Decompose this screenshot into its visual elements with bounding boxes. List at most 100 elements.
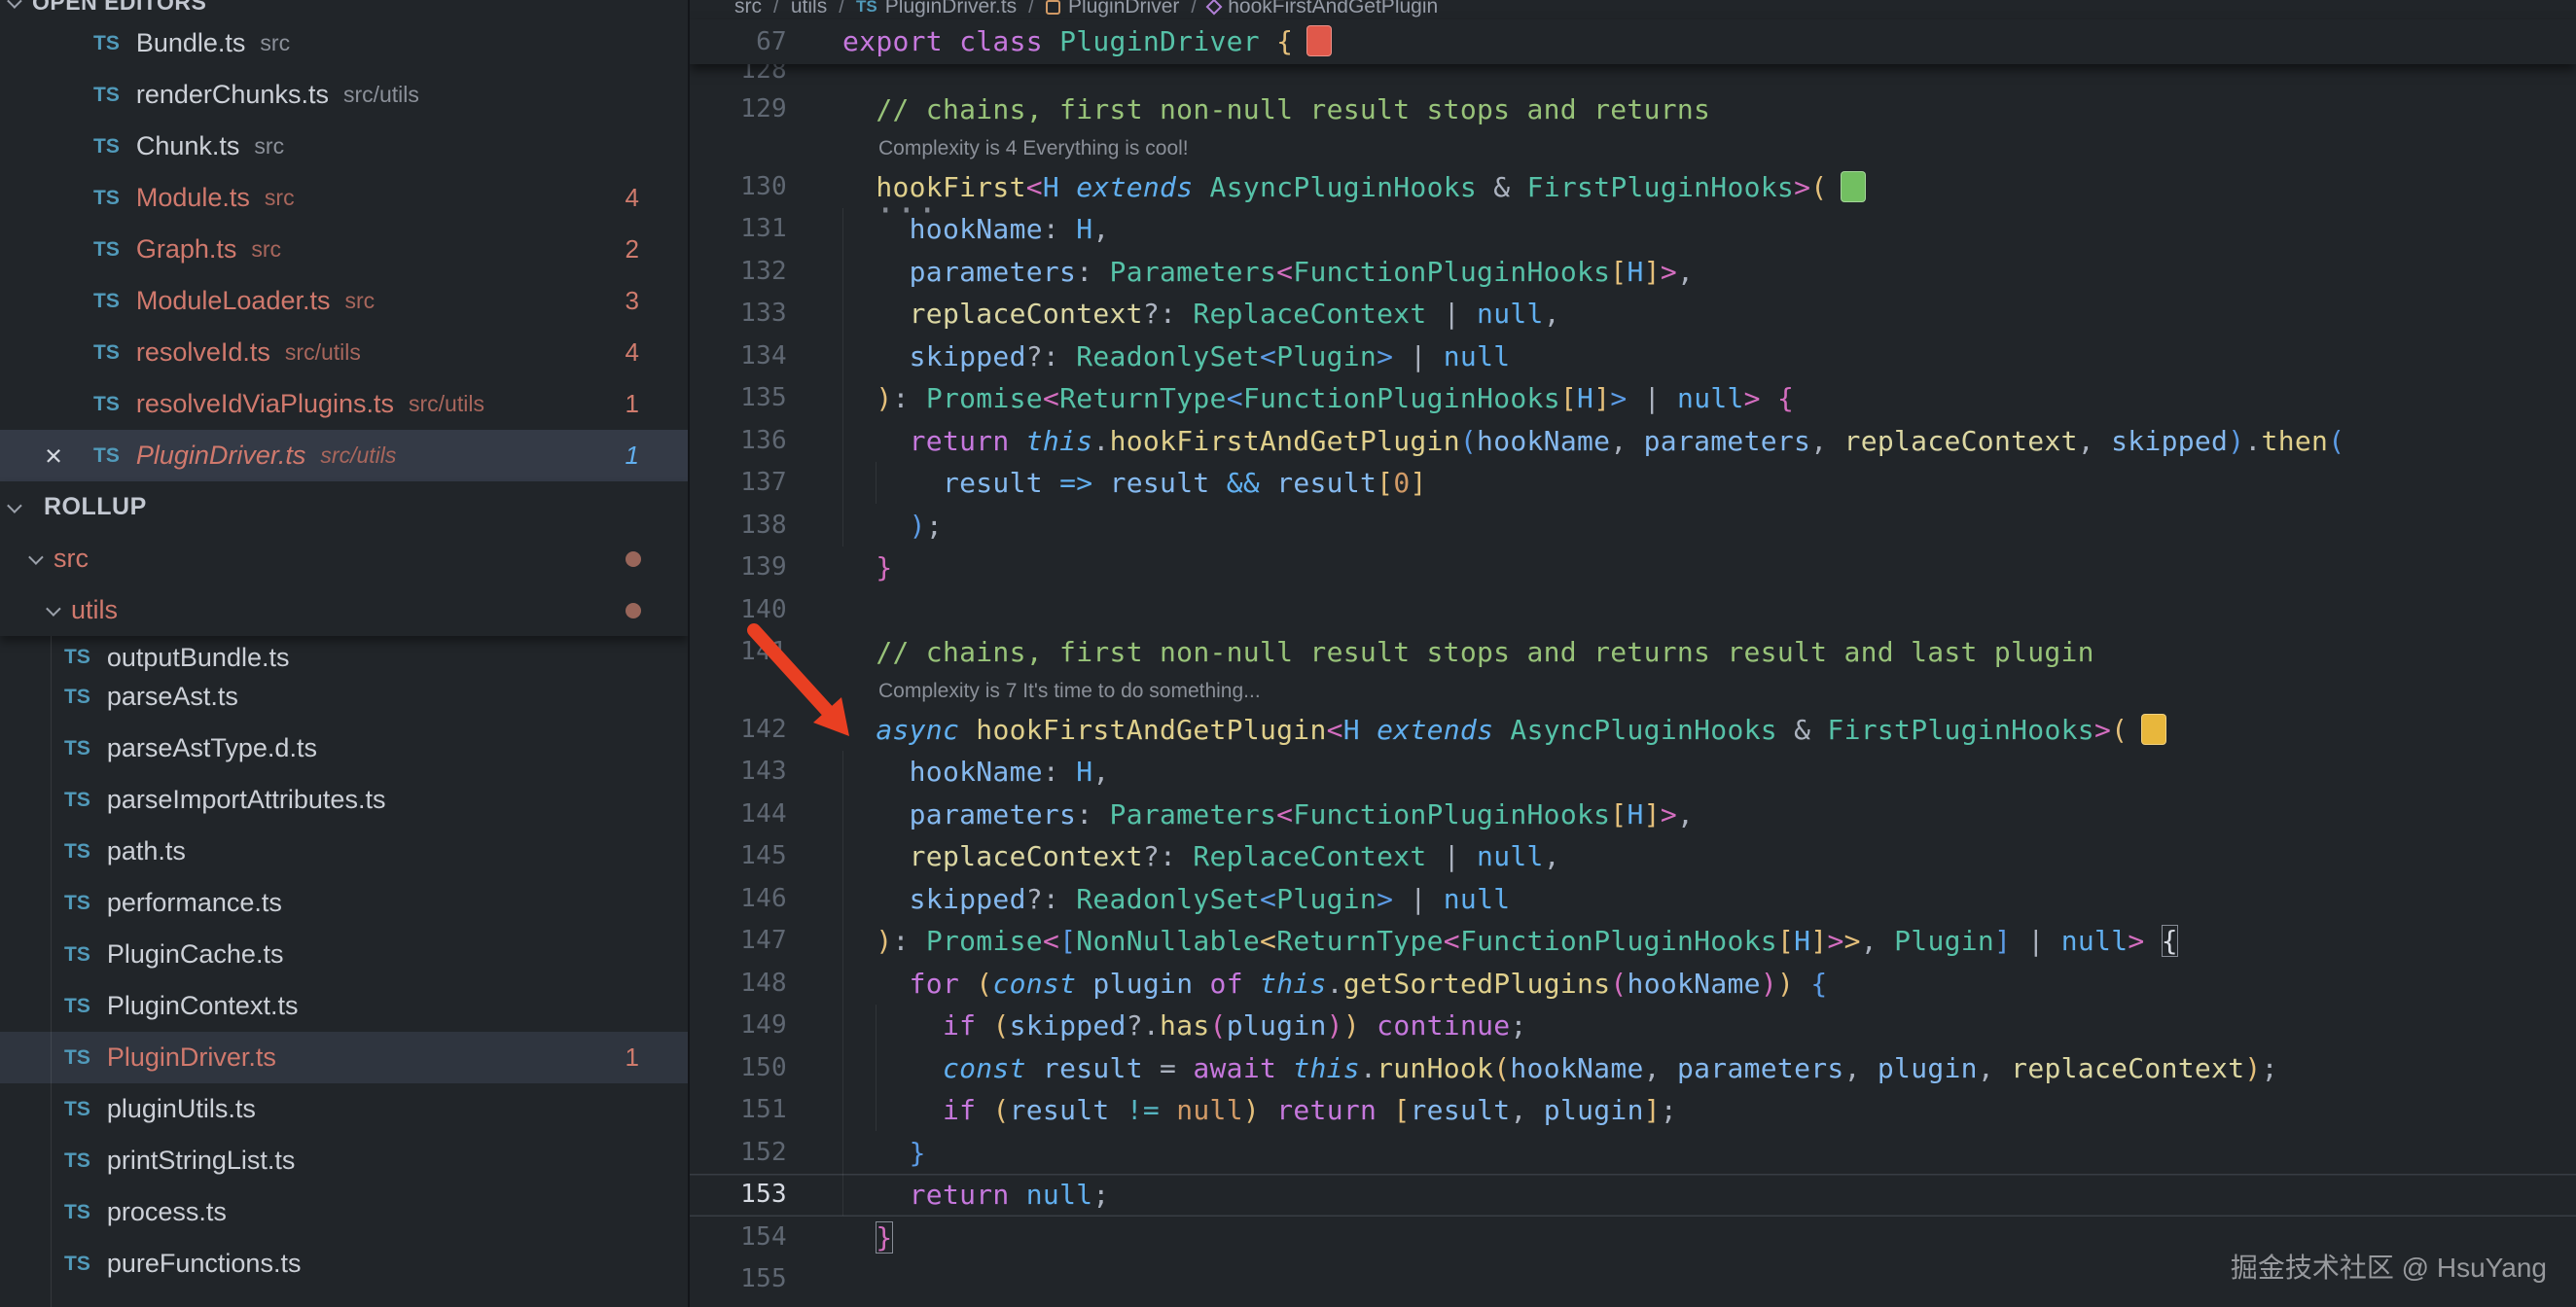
ts-icon: TS xyxy=(64,686,90,709)
code-text: async hookFirstAndGetPlugin<H extends As… xyxy=(787,709,2166,752)
code-line[interactable]: 135 ): Promise<ReturnType<FunctionPlugin… xyxy=(690,377,2576,420)
tree-item[interactable]: TSparseAstType.d.ts xyxy=(0,723,688,774)
code-line[interactable]: 134 skipped?: ReadonlySet<Plugin> | null xyxy=(690,336,2576,378)
code-line[interactable]: 140 xyxy=(690,589,2576,632)
code-line[interactable]: 141 // chains, first non-null result sto… xyxy=(690,631,2576,674)
code-line[interactable]: 151 if (result != null) return [result, … xyxy=(690,1089,2576,1132)
file-name: resolveId.ts xyxy=(136,337,270,368)
open-editor-item[interactable]: TSModule.tssrc4 xyxy=(0,172,688,224)
code-line[interactable]: 148 for (const plugin of this.getSortedP… xyxy=(690,963,2576,1006)
close-icon[interactable]: × xyxy=(33,439,93,474)
tree-item[interactable]: TSPluginCache.ts xyxy=(0,929,688,980)
code-line[interactable]: 142 async hookFirstAndGetPlugin<H extend… xyxy=(690,709,2576,752)
folder-name: src xyxy=(54,544,89,574)
code-line[interactable]: 149 if (skipped?.has(plugin)) continue; xyxy=(690,1005,2576,1047)
line-number: 150 xyxy=(690,1047,787,1090)
chevron-down-icon[interactable] xyxy=(7,498,22,513)
ts-icon: TS xyxy=(64,1046,90,1070)
open-editors-section-header[interactable]: OPEN EDITORS xyxy=(0,0,688,18)
code-line[interactable]: 150 const result = await this.runHook(ho… xyxy=(690,1047,2576,1090)
open-editor-item[interactable]: TSBundle.tssrc xyxy=(0,18,688,69)
code-line[interactable]: 152 } xyxy=(690,1132,2576,1175)
tree-item[interactable]: TSpureFunctions.ts xyxy=(0,1238,688,1289)
code-line[interactable]: 137 result => result && result[0] xyxy=(690,462,2576,505)
open-editor-item[interactable]: TSrenderChunks.tssrc/utils xyxy=(0,69,688,121)
codelens-annotation[interactable]: Complexity is 7 It's time to do somethin… xyxy=(690,674,2576,709)
file-name: PluginDriver.ts xyxy=(107,1042,276,1073)
breadcrumb-item[interactable]: PluginDriver xyxy=(1046,0,1179,18)
code-line[interactable]: 145 replaceContext?: ReplaceContext | nu… xyxy=(690,835,2576,878)
sticky-scroll-line[interactable]: 67 export class PluginDriver { xyxy=(690,19,2576,64)
tree-item[interactable]: TSperformance.ts xyxy=(0,877,688,929)
line-number: 147 xyxy=(690,920,787,963)
breadcrumb-item[interactable]: hookFirstAndGetPlugin xyxy=(1208,0,1438,18)
ts-icon: TS xyxy=(93,341,120,365)
file-name: parseAst.ts xyxy=(107,682,238,712)
tree-folder-src[interactable]: src xyxy=(0,533,688,584)
code-text: return this.hookFirstAndGetPlugin(hookNa… xyxy=(787,420,2344,463)
open-editor-item[interactable]: TSModuleLoader.tssrc3 xyxy=(0,275,688,327)
sidebar: OPEN EDITORS TSBundle.tssrcTSrenderChunk… xyxy=(0,0,690,1307)
file-path: src/utils xyxy=(285,339,361,366)
open-editor-item[interactable]: TSresolveIdViaPlugins.tssrc/utils1 xyxy=(0,378,688,430)
code-line[interactable]: 147 ): Promise<[NonNullable<ReturnType<F… xyxy=(690,920,2576,963)
tree-item[interactable]: TSPluginDriver.ts1 xyxy=(0,1032,688,1083)
code-line[interactable]: 131 hookName: H, xyxy=(690,208,2576,251)
code-text: replaceContext?: ReplaceContext | null, xyxy=(787,835,1560,878)
tree-item[interactable]: TSprocess.ts xyxy=(0,1186,688,1238)
tree-item[interactable]: TSPluginContext.ts xyxy=(0,980,688,1032)
code-line[interactable]: 128 xyxy=(690,64,2576,88)
explorer-section-header[interactable]: ROLLUP xyxy=(0,481,688,533)
chevron-down-icon[interactable] xyxy=(7,0,22,8)
chevron-down-icon[interactable] xyxy=(28,549,44,565)
open-editor-item[interactable]: ×TSPluginDriver.tssrc/utils1 xyxy=(0,430,688,481)
ts-icon: TS xyxy=(856,0,877,17)
breadcrumb-label: utils xyxy=(791,0,827,18)
tree-item[interactable]: TS parseAst.ts xyxy=(0,671,688,723)
code-text: if (skipped?.has(plugin)) continue; xyxy=(787,1005,1527,1047)
line-number: 134 xyxy=(690,336,787,378)
code-line[interactable]: 138 ); xyxy=(690,505,2576,548)
chevron-down-icon[interactable] xyxy=(46,601,61,617)
code-line[interactable]: 132 parameters: Parameters<FunctionPlugi… xyxy=(690,251,2576,294)
breadcrumb-item[interactable]: utils xyxy=(791,0,827,18)
code-line[interactable]: 146 skipped?: ReadonlySet<Plugin> | null xyxy=(690,878,2576,921)
ts-icon: TS xyxy=(64,1098,90,1121)
file-name: Chunk.ts xyxy=(136,131,240,161)
code-line[interactable]: 153 return null; xyxy=(690,1174,2576,1217)
breadcrumb-item[interactable]: src xyxy=(734,0,762,18)
line-number: 67 xyxy=(690,19,787,64)
line-number: 138 xyxy=(690,505,787,548)
code-line[interactable]: 143 hookName: H, xyxy=(690,751,2576,794)
problem-badge: 1 xyxy=(626,389,639,419)
ts-icon: TS xyxy=(64,995,90,1018)
open-editors-title: OPEN EDITORS xyxy=(32,0,206,16)
code-line[interactable]: 133 replaceContext?: ReplaceContext | nu… xyxy=(690,293,2576,336)
code-text: // chains, first non-null result stops a… xyxy=(787,631,2094,674)
open-editor-item[interactable]: TSresolveId.tssrc/utils4 xyxy=(0,327,688,378)
tree-item[interactable]: TSparseImportAttributes.ts xyxy=(0,774,688,826)
sticky-code: export class PluginDriver { xyxy=(787,19,1332,64)
breadcrumb-separator: / xyxy=(1191,0,1197,18)
tree-folder-utils[interactable]: utils xyxy=(0,584,688,636)
code-text: ): Promise<[NonNullable<ReturnType<Funct… xyxy=(787,920,2178,963)
tree-item[interactable]: TSpluginUtils.ts xyxy=(0,1083,688,1135)
breadcrumb-label: hookFirstAndGetPlugin xyxy=(1228,0,1438,18)
tree-item[interactable]: TSpath.ts xyxy=(0,826,688,877)
tree-item[interactable]: TSoutputBundle.ts xyxy=(0,636,688,671)
code-text: hookName: H, xyxy=(787,208,1110,251)
code-line[interactable]: 130 hookFirst<H extends AsyncPluginHooks… xyxy=(690,166,2576,209)
tree-item[interactable]: TSprintStringList.ts xyxy=(0,1135,688,1186)
file-name: performance.ts xyxy=(107,888,282,918)
codelens-annotation[interactable]: Complexity is 4 Everything is cool! xyxy=(690,131,2576,166)
ts-icon: TS xyxy=(64,1149,90,1173)
code-line[interactable]: 139 } xyxy=(690,547,2576,589)
ts-icon: TS xyxy=(64,737,90,760)
breadcrumb-item[interactable]: TSPluginDriver.ts xyxy=(856,0,1017,18)
open-editor-item[interactable]: TSChunk.tssrc xyxy=(0,121,688,172)
open-editor-item[interactable]: TSGraph.tssrc2 xyxy=(0,224,688,275)
code-line[interactable]: 136 return this.hookFirstAndGetPlugin(ho… xyxy=(690,420,2576,463)
code-line[interactable]: 129 // chains, first non-null result sto… xyxy=(690,88,2576,131)
code-line[interactable]: 144 parameters: Parameters<FunctionPlugi… xyxy=(690,794,2576,836)
code-area[interactable]: 128129 // chains, first non-null result … xyxy=(690,64,2576,1301)
